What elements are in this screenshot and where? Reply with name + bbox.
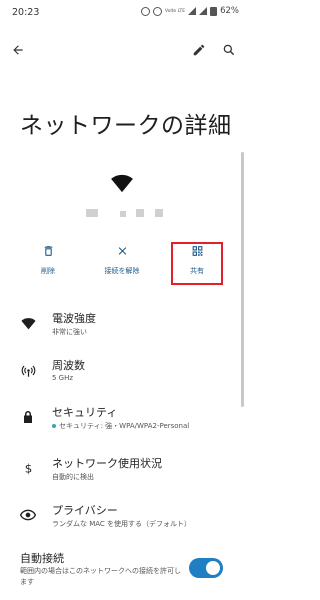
svg-text:$: $ xyxy=(24,461,32,475)
edit-button[interactable] xyxy=(185,36,213,64)
network-usage-title: ネットワーク使用状況 xyxy=(52,457,162,470)
back-arrow-icon xyxy=(13,45,23,55)
security-value-text: セキュリティ: 強・WPA/WPA2-Personal xyxy=(59,422,190,430)
frequency-title: 周波数 xyxy=(52,359,85,372)
delete-label: 削除 xyxy=(41,267,55,275)
search-button[interactable] xyxy=(215,36,243,64)
privacy-value: ランダムな MAC を使用する（デフォルト） xyxy=(52,520,192,528)
trash-icon xyxy=(44,246,52,256)
network-usage-value: 自動的に検出 xyxy=(52,473,94,481)
disconnect-label: 接続を解除 xyxy=(104,267,140,275)
battery-icon xyxy=(210,6,218,16)
status-time: 20:23 xyxy=(12,7,40,18)
privacy-eye-icon xyxy=(20,507,36,523)
signal-strength-value: 非常に強い xyxy=(52,328,87,336)
privacy-title: プライバシー xyxy=(52,504,118,517)
disconnect-button[interactable]: 接続を解除 xyxy=(97,244,147,286)
wifi-signal-icon xyxy=(20,315,36,331)
close-icon xyxy=(118,247,126,255)
search-icon xyxy=(223,44,235,56)
delete-button[interactable]: 削除 xyxy=(28,244,68,286)
pencil-icon xyxy=(193,44,205,56)
wifi-large-icon xyxy=(111,173,133,197)
lock-icon xyxy=(20,409,36,425)
battery-percent: 62% xyxy=(220,6,239,16)
alarm-icon xyxy=(140,6,150,16)
security-dot xyxy=(52,424,56,428)
wifi-status-icon xyxy=(188,7,197,15)
page-title: ネットワークの詳細 xyxy=(20,113,232,139)
list-item-privacy[interactable]: プライバシー ランダムな MAC を使用する（デフォルト） xyxy=(0,502,245,542)
dollar-icon: $ xyxy=(20,460,36,476)
network-label: Volte LTE xyxy=(164,8,186,14)
share-highlight-box xyxy=(171,242,223,285)
auto-connect-toggle[interactable] xyxy=(189,558,223,578)
security-value: セキュリティ: 強・WPA/WPA2-Personal xyxy=(52,421,189,431)
status-bar: 20:23 Volte LTE 62% xyxy=(0,0,245,24)
scrollbar[interactable] xyxy=(241,152,244,407)
status-icons: Volte LTE 62% xyxy=(140,6,239,16)
list-item-security[interactable]: セキュリティ セキュリティ: 強・WPA/WPA2-Personal xyxy=(0,404,245,444)
list-item-network-usage[interactable]: $ ネットワーク使用状況 自動的に検出 xyxy=(0,455,245,495)
cell-signal-icon xyxy=(199,7,208,15)
frequency-icon xyxy=(20,362,36,378)
signal-strength-title: 電波強度 xyxy=(52,312,96,325)
auto-connect-title: 自動接続 xyxy=(20,552,64,565)
security-title: セキュリティ xyxy=(52,406,118,419)
toggle-knob xyxy=(206,561,220,575)
auto-connect-description: 範囲内の場合はこのネットワークへの接続を許可します xyxy=(20,567,181,586)
list-item-signal-strength[interactable]: 電波強度 非常に強い xyxy=(0,310,245,350)
dnd-icon xyxy=(152,6,162,16)
list-item-frequency[interactable]: 周波数 5 GHz xyxy=(0,357,245,397)
frequency-value: 5 GHz xyxy=(52,374,74,382)
toolbar xyxy=(0,36,245,64)
back-button[interactable] xyxy=(4,36,32,64)
